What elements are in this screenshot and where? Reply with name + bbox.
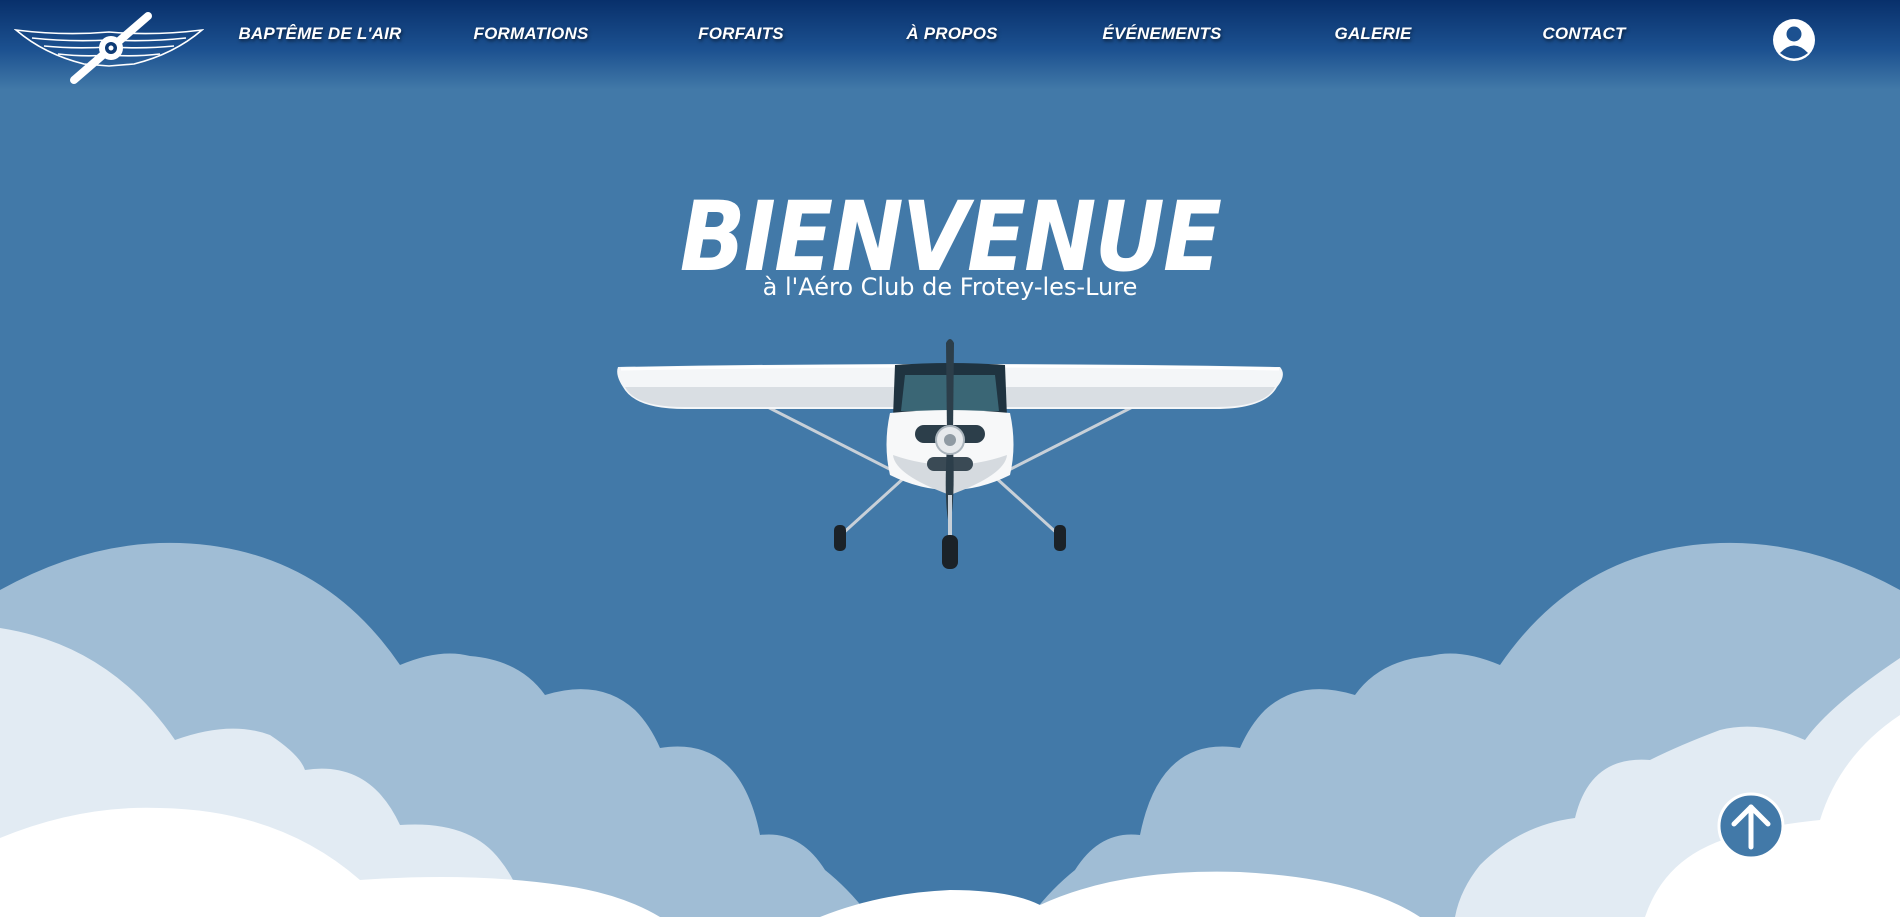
nav-item-a-propos[interactable]: À PROPOS	[906, 24, 997, 44]
nav-item-galerie[interactable]: GALERIE	[1335, 24, 1412, 44]
nav-item-evenements[interactable]: ÉVÉNEMENTS	[1102, 24, 1221, 44]
nav-item-bapteme[interactable]: BAPTÊME DE L'AIR	[238, 24, 401, 44]
cloud-back-layer	[0, 542, 1900, 917]
nav-item-contact[interactable]: CONTACT	[1542, 24, 1625, 44]
cloud-mid-layer	[0, 628, 1900, 917]
scroll-top-button[interactable]	[1716, 791, 1786, 861]
nav-item-formations[interactable]: FORMATIONS	[473, 24, 588, 44]
nav-item-forfaits[interactable]: FORFAITS	[698, 24, 784, 44]
user-account-icon[interactable]	[1772, 18, 1816, 62]
cloud-front-layer	[0, 715, 1900, 917]
airplane-illustration	[617, 339, 1283, 569]
main-nav: BAPTÊME DE L'AIR FORMATIONS FORFAITS À P…	[0, 0, 1900, 70]
hero-subtitle: à l'Aéro Club de Frotey-les-Lure	[762, 273, 1138, 301]
